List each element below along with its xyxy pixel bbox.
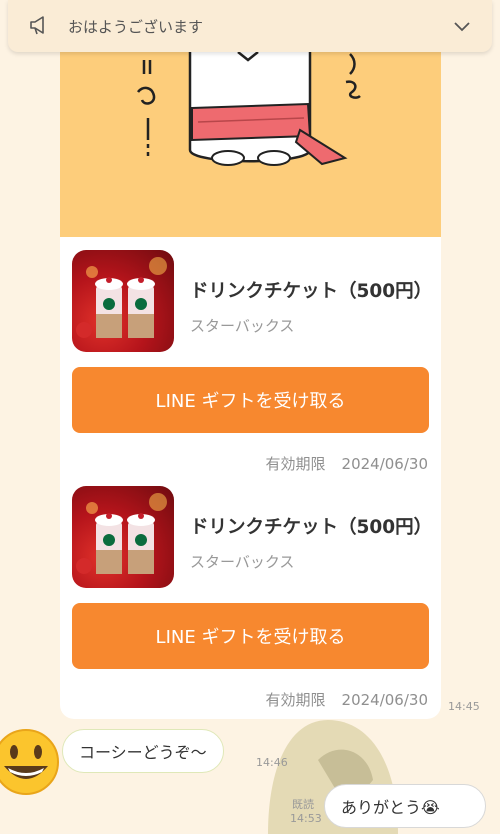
message-time: 14:46 [256, 756, 288, 769]
announcement-text: おはようございます [68, 18, 204, 36]
receive-gift-button[interactable]: LINE ギフトを受け取る [72, 367, 429, 433]
gift-message-card: ドリンクチケット（500円） スターバックス LINE ギフトを受け取る 有効期… [60, 30, 441, 719]
product-image[interactable] [72, 250, 174, 352]
announcement-banner[interactable]: おはようございます [8, 0, 492, 52]
grinning-face-icon[interactable] [0, 720, 60, 804]
product-brand: スターバックス [190, 317, 295, 335]
receive-gift-button[interactable]: LINE ギフトを受け取る [72, 603, 429, 669]
product-title: ドリンクチケット（500円） [190, 517, 433, 538]
gift-item: ドリンクチケット（500円） スターバックス LINE ギフトを受け取る 有効期… [60, 473, 441, 709]
megaphone-icon [30, 16, 44, 35]
expiry-label: 有効期限 [265, 455, 326, 473]
outgoing-message-bubble[interactable]: ありがとう😭 [324, 784, 486, 828]
chevron-down-icon[interactable] [452, 16, 472, 36]
expiry-date: 2024/06/30 [341, 691, 428, 709]
product-brand: スターバックス [190, 553, 295, 571]
expiry-label: 有効期限 [265, 691, 326, 709]
expiry-info: 有効期限 2024/06/30 [266, 453, 428, 474]
incoming-message-bubble[interactable]: コーシーどうぞ〜 [62, 729, 224, 773]
gift-item: ドリンクチケット（500円） スターバックス LINE ギフトを受け取る 有効期… [60, 237, 441, 473]
read-status: 既読 [292, 798, 314, 811]
product-image[interactable] [72, 486, 174, 588]
sticker-image [60, 30, 441, 237]
message-time: 14:53 [290, 812, 322, 825]
expiry-date: 2024/06/30 [341, 455, 428, 473]
product-title: ドリンクチケット（500円） [190, 281, 433, 302]
expiry-info: 有効期限 2024/06/30 [266, 689, 428, 710]
message-time: 14:45 [448, 700, 480, 713]
